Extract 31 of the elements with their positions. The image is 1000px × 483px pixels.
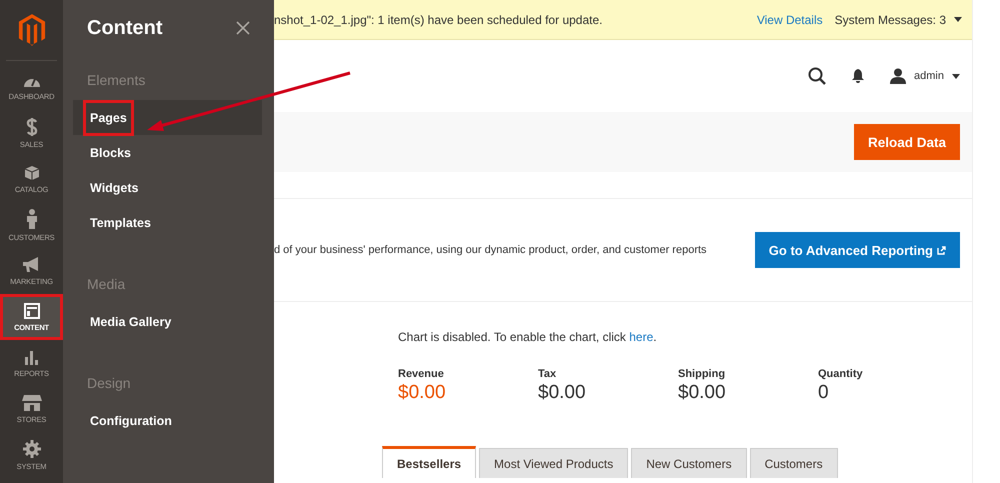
menu-item[interactable]: Configuration [73,403,262,438]
stat-label: Shipping [678,368,726,380]
stat-value: $0.00 [538,382,587,404]
menu-item[interactable]: Media Gallery [73,304,262,339]
system-messages-dropdown[interactable]: System Messages: 3 [834,12,962,26]
reporting-text: d of your business' performance, using our dynamic product, order, and customer reports [274,244,707,256]
tab[interactable]: Most Viewed Products [479,448,628,478]
section-title: Media [86,275,126,294]
menu-item[interactable]: Widgets [73,170,262,205]
view-details-link[interactable]: View Details [756,12,823,26]
advanced-reporting-button[interactable]: Go to Advanced Reporting [754,232,960,268]
reload-data-button[interactable]: Reload Data [854,124,960,160]
chart-disabled-notice: Chart is disabled. To enable the chart, click here. [398,330,658,344]
stat-label: Revenue [398,368,445,380]
enable-chart-link[interactable]: here [629,330,654,344]
stat-label: Tax [538,368,558,380]
flyout-title: Content [87,16,163,40]
user-menu[interactable]: admin [890,68,960,84]
menu-item[interactable]: Blocks [73,135,262,170]
stat-value: $0.00 [678,382,727,404]
tab[interactable]: Customers [750,448,838,478]
stat-value: $0.00 [398,382,447,404]
section-title: Design [86,374,132,393]
stat-label: Quantity [818,368,864,380]
menu-item[interactable]: Pages [73,100,262,135]
tab[interactable]: New Customers [631,448,747,478]
section-title: Elements [86,71,146,90]
stat-value: 0 [818,382,830,404]
menu-item[interactable]: Templates [73,205,262,240]
message-text: nshot_1-02_1.jpg": 1 item(s) have been scheduled for update. [274,12,604,26]
tab[interactable]: Bestsellers [382,446,476,478]
